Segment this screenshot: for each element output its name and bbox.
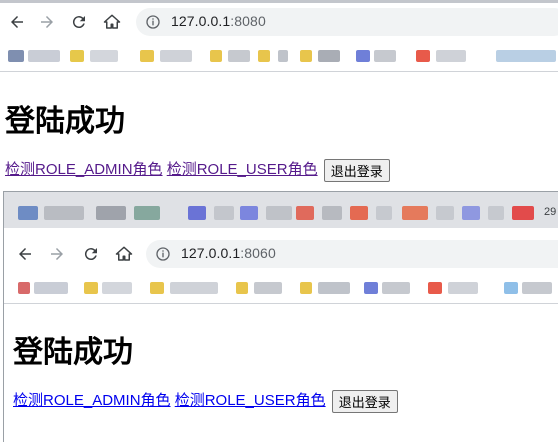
tab-item[interactable] xyxy=(266,206,292,220)
browser-window-8060: 29 127.0.0.1:8060 登陆成功 检测ROLE_ADMIN角色 检测… xyxy=(3,191,558,442)
bookmark-item[interactable] xyxy=(102,282,132,294)
arrow-right-icon xyxy=(41,16,53,28)
info-icon[interactable] xyxy=(155,246,171,262)
bookmark-item[interactable] xyxy=(318,282,350,294)
bookmark-item[interactable] xyxy=(318,50,340,62)
bookmark-item[interactable] xyxy=(254,282,282,294)
bookmark-item[interactable] xyxy=(416,50,430,62)
bookmark-item[interactable] xyxy=(170,282,218,294)
bookmark-item[interactable] xyxy=(278,50,288,62)
bookmark-item[interactable] xyxy=(428,282,442,294)
tab-item[interactable] xyxy=(214,206,234,220)
check-role-admin-link[interactable]: 检测ROLE_ADMIN角色 xyxy=(5,161,163,178)
info-icon[interactable] xyxy=(145,14,161,30)
bookmark-item[interactable] xyxy=(160,50,192,62)
role-links: 检测ROLE_ADMIN角色 检测ROLE_USER角色 退出登录 xyxy=(13,389,398,413)
back-button[interactable] xyxy=(4,9,30,35)
browser-toolbar: 127.0.0.1:8080 xyxy=(0,3,558,41)
tab-strip: 29 xyxy=(4,192,558,228)
tab-partial-label: 29 xyxy=(544,206,557,218)
check-role-user-link[interactable]: 检测ROLE_USER角色 xyxy=(167,161,318,178)
bookmark-item[interactable] xyxy=(90,50,118,62)
tab-item[interactable] xyxy=(134,206,160,220)
tab-item[interactable] xyxy=(512,206,534,220)
url-text: 127.0.0.1:8060 xyxy=(181,245,276,261)
arrow-left-icon xyxy=(19,248,31,260)
bookmark-item[interactable] xyxy=(504,282,518,294)
bookmark-item[interactable] xyxy=(150,282,164,294)
bookmark-item[interactable] xyxy=(522,282,552,294)
bookmark-item[interactable] xyxy=(382,282,410,294)
url-text: 127.0.0.1:8080 xyxy=(171,13,266,29)
tab-item[interactable] xyxy=(350,206,368,220)
forward-button[interactable] xyxy=(34,9,60,35)
bookmark-item[interactable] xyxy=(18,282,30,294)
home-icon xyxy=(115,246,133,261)
address-bar[interactable]: 127.0.0.1:8060 xyxy=(146,240,558,268)
tab-item[interactable] xyxy=(376,206,392,220)
bookmark-item[interactable] xyxy=(8,50,24,62)
tab-item[interactable] xyxy=(462,206,480,220)
arrow-right-icon xyxy=(51,248,63,260)
bookmark-item[interactable] xyxy=(70,50,84,62)
check-role-user-link[interactable]: 检测ROLE_USER角色 xyxy=(175,392,326,409)
home-button[interactable] xyxy=(111,241,137,267)
tab-item[interactable] xyxy=(18,206,38,220)
bookmark-item[interactable] xyxy=(228,50,250,62)
bookmark-item[interactable] xyxy=(374,50,396,62)
reload-icon xyxy=(72,16,85,29)
tab-item[interactable] xyxy=(322,206,342,220)
bookmark-item[interactable] xyxy=(448,282,478,294)
page-title: 登陆成功 xyxy=(13,335,133,370)
bookmark-item[interactable] xyxy=(210,50,222,62)
role-links: 检测ROLE_ADMIN角色 检测ROLE_USER角色 退出登录 xyxy=(5,158,390,182)
bookmark-item[interactable] xyxy=(140,50,154,62)
bookmark-item[interactable] xyxy=(300,50,312,62)
bookmark-item[interactable] xyxy=(34,282,68,294)
bookmark-item[interactable] xyxy=(84,282,98,294)
bookmark-item[interactable] xyxy=(258,50,270,62)
page-title: 登陆成功 xyxy=(5,104,125,139)
tab-item[interactable] xyxy=(402,206,428,220)
logout-button[interactable]: 退出登录 xyxy=(331,389,398,413)
reload-button[interactable] xyxy=(66,9,92,35)
back-button[interactable] xyxy=(12,241,38,267)
tab-item[interactable] xyxy=(296,206,314,220)
bookmark-item[interactable] xyxy=(300,282,312,294)
bookmark-item[interactable] xyxy=(436,50,466,62)
tab-item[interactable] xyxy=(436,206,454,220)
bookmarks-bar xyxy=(4,273,558,304)
tab-item[interactable] xyxy=(488,206,504,220)
browser-toolbar: 127.0.0.1:8060 xyxy=(4,235,558,273)
bookmark-item[interactable] xyxy=(364,282,378,294)
tab-item[interactable] xyxy=(188,206,206,220)
arrow-left-icon xyxy=(11,16,23,28)
tab-item[interactable] xyxy=(240,206,258,220)
logout-button[interactable]: 退出登录 xyxy=(323,158,390,182)
bookmarks-bar xyxy=(0,41,558,72)
forward-button[interactable] xyxy=(44,241,70,267)
home-icon xyxy=(103,14,121,29)
address-bar[interactable]: 127.0.0.1:8080 xyxy=(136,8,558,36)
home-button[interactable] xyxy=(99,9,125,35)
bookmark-item[interactable] xyxy=(28,50,60,62)
reload-icon xyxy=(84,248,97,261)
bookmark-item[interactable] xyxy=(496,50,556,62)
check-role-admin-link[interactable]: 检测ROLE_ADMIN角色 xyxy=(13,392,171,409)
bookmark-item[interactable] xyxy=(236,282,248,294)
tab-item[interactable] xyxy=(96,206,126,220)
bookmark-item[interactable] xyxy=(356,50,370,62)
reload-button[interactable] xyxy=(78,241,104,267)
tab-item[interactable] xyxy=(44,206,84,220)
